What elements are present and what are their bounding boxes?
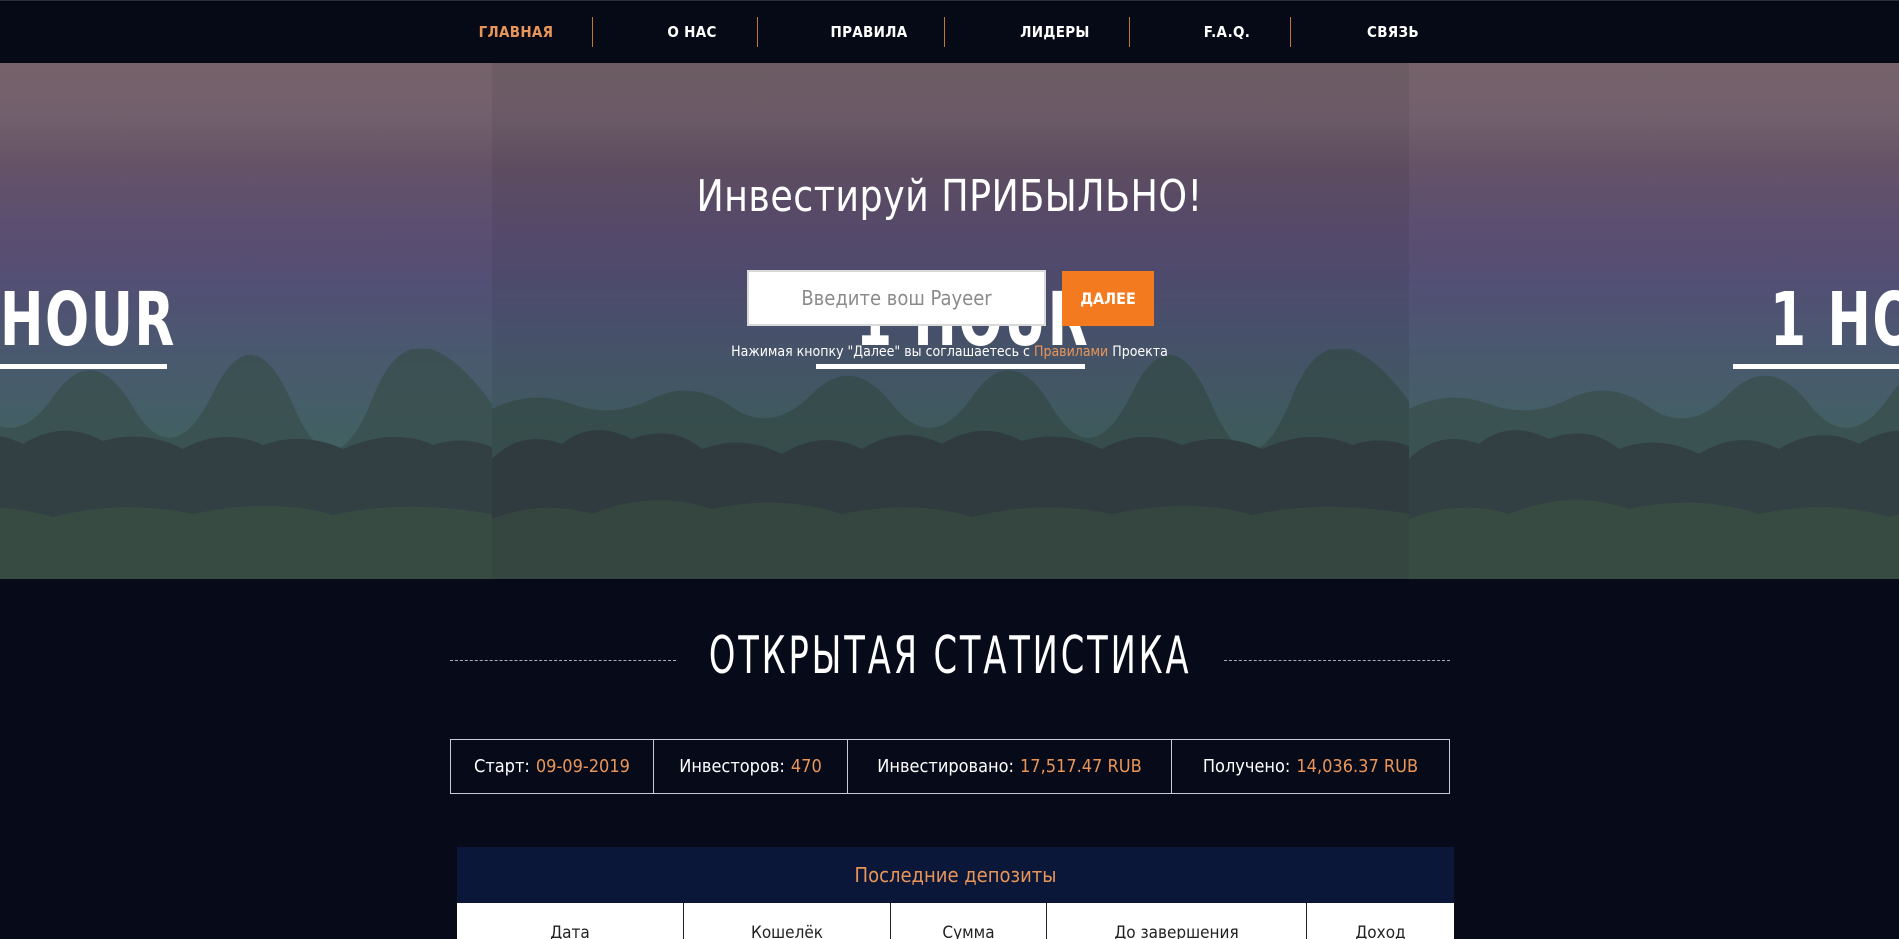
nav-contact[interactable]: СВЯЗЬ [1348, 1, 1438, 64]
landscape-image [0, 349, 492, 579]
column-header-amount: Сумма [891, 903, 1047, 939]
nav-divider [944, 17, 945, 47]
next-button[interactable]: ДАЛЕЕ [1062, 271, 1154, 326]
nav-rules[interactable]: ПРАВИЛА [818, 1, 920, 64]
nav-divider [592, 17, 593, 47]
nav-faq[interactable]: F.A.Q. [1186, 1, 1268, 64]
nav-divider [757, 17, 758, 47]
landscape-image [492, 349, 1411, 579]
agreement-suffix: Проекта [1112, 344, 1168, 360]
top-navigation: ГЛАВНАЯ О НАС ПРАВИЛА ЛИДЕРЫ F.A.Q. СВЯЗ… [0, 0, 1899, 63]
column-header-remaining: До завершения [1047, 903, 1307, 939]
stat-value: 470 [790, 756, 822, 777]
nav-divider [1290, 17, 1291, 47]
page: ГЛАВНАЯ О НАС ПРАВИЛА ЛИДЕРЫ F.A.Q. СВЯЗ… [0, 0, 1899, 939]
stat-label: Старт: [474, 756, 530, 777]
agreement-text: Нажимая кнопку "Далее" вы соглашаетесь с… [0, 344, 1899, 360]
stat-received: Получено: 14,036.37 RUB [1171, 739, 1450, 794]
table-title: Последние депозиты [457, 847, 1454, 903]
logo-underline [0, 364, 167, 369]
logo-underline [1733, 364, 1899, 369]
nav-leaders[interactable]: ЛИДЕРЫ [1008, 1, 1102, 64]
hero-banner: HOUR 1 HOUR 1 HOU Инвестируй ПРИБЫЛЬНО! … [0, 63, 1899, 579]
stats-heading: ОТКРЫТАЯ СТАТИСТИКА [708, 626, 1192, 686]
column-header-date: Дата [457, 903, 684, 939]
nav-divider [1129, 17, 1130, 47]
hero-title: Инвестируй ПРИБЫЛЬНО! [696, 171, 1203, 222]
agreement-prefix: Нажимая кнопку "Далее" вы соглашаетесь с [731, 344, 1030, 360]
stat-start: Старт: 09-09-2019 [450, 739, 654, 794]
stat-label: Инвесторов: [679, 756, 785, 777]
nav-home[interactable]: ГЛАВНАЯ [470, 1, 562, 64]
stat-value: 09-09-2019 [535, 756, 630, 777]
stat-value: 14,036.37 RUB [1296, 756, 1419, 777]
logo-underline [816, 364, 1085, 369]
rules-link[interactable]: Правилами [1034, 344, 1108, 360]
landscape-image [1409, 375, 1899, 579]
stat-label: Получено: [1202, 756, 1291, 777]
stat-invested: Инвестировано: 17,517.47 RUB [847, 739, 1172, 794]
last-deposits-table: Последние депозиты Дата Кошелёк Сумма До… [457, 847, 1454, 939]
stat-value: 17,517.47 RUB [1019, 756, 1142, 777]
stats-heading-block: ОТКРЫТАЯ СТАТИСТИКА [450, 626, 1450, 696]
column-header-wallet: Кошелёк [684, 903, 891, 939]
heading-divider [1224, 660, 1450, 661]
stat-investors: Инвесторов: 470 [653, 739, 848, 794]
column-header-income: Доход [1355, 923, 1406, 939]
table-header: Дата Кошелёк Сумма До завершения Доход [457, 903, 1454, 939]
stat-label: Инвестировано: [877, 756, 1014, 777]
payeer-input[interactable] [747, 270, 1046, 326]
nav-about[interactable]: О НАС [652, 1, 732, 64]
